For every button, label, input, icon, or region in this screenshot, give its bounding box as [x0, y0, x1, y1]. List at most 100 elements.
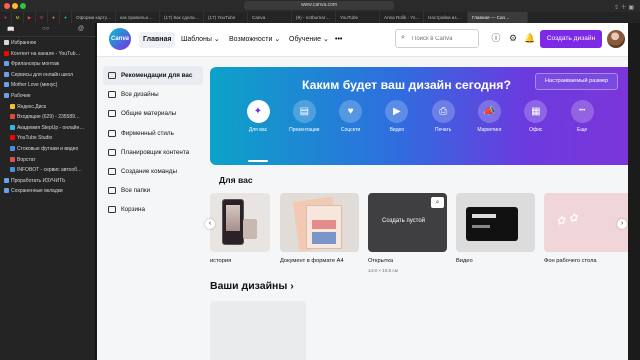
search-input[interactable]	[412, 33, 476, 44]
bookmark-item[interactable]: Академия StepUp - онлайн…	[0, 123, 96, 134]
card-video-thumb[interactable]	[456, 193, 535, 252]
search-icon[interactable]: ⌕	[431, 197, 444, 208]
chevron-left-icon[interactable]: ‹	[205, 219, 215, 229]
bookmark-item[interactable]: Фрилансеры монтаж	[0, 59, 96, 70]
left-nav-label: Создание команды	[121, 167, 177, 175]
category-video[interactable]: ▶ Видео	[377, 100, 417, 133]
bookmark-item[interactable]: Контент на канале - YouTub…	[0, 49, 96, 60]
browser-tab[interactable]: Оформи карту…	[72, 12, 116, 23]
close-window-icon[interactable]	[4, 3, 10, 9]
bookmark-item[interactable]: Сохраненные вкладки	[0, 186, 96, 197]
left-nav-item[interactable]: Создание команды	[103, 162, 203, 181]
category-more[interactable]: ••• Еще	[562, 100, 602, 133]
gear-icon[interactable]: ⚙	[507, 32, 519, 44]
category-briefcase[interactable]: ▦ Офис	[516, 100, 556, 133]
pinned-tab-icon[interactable]: M	[12, 12, 24, 23]
nav-features[interactable]: Возможности ⌄	[225, 32, 284, 48]
left-nav-item[interactable]: Фирменный стиль	[103, 124, 203, 143]
left-nav-item[interactable]: Корзина	[103, 200, 203, 219]
browser-tab[interactable]: Canva	[248, 12, 292, 23]
address-bar[interactable]: www.canva.com	[244, 1, 394, 10]
reading-list-icon[interactable]: ○○	[42, 26, 49, 34]
bookmarks-icon[interactable]: 📖	[7, 26, 14, 34]
browser-tab[interactable]: Anna Rolik - Yo…	[380, 12, 424, 23]
category-heart[interactable]: ♥ Соцсети	[331, 100, 371, 133]
card-label[interactable]: история	[210, 258, 231, 264]
category-sparkle[interactable]: ✦ Для вас	[238, 100, 278, 133]
category-label: Презентации	[289, 127, 320, 133]
nav-home[interactable]: Главная	[139, 32, 176, 48]
browser-tab[interactable]: Настройки из…	[424, 12, 468, 23]
pinned-tab-icon[interactable]: ▾	[0, 12, 12, 23]
left-nav-item[interactable]: Все дизайны	[103, 85, 203, 104]
browser-tab[interactable]: (17) Как сдела…	[160, 12, 204, 23]
card-postcard-thumb[interactable]: ⌕ Создать пустой	[368, 193, 447, 252]
card-story-thumb[interactable]	[210, 193, 270, 252]
bookmark-item[interactable]: Яндекс.Диск	[0, 102, 96, 113]
category-presentation[interactable]: ▤ Презентации	[284, 100, 324, 133]
left-nav-item[interactable]: Общие материалы	[103, 104, 203, 123]
pinned-tab-icon[interactable]: ✉	[36, 12, 48, 23]
bookmark-item[interactable]: Входящие (629) - 235589…	[0, 112, 96, 123]
card-wallpaper-thumb[interactable]: ✿ ✿	[544, 193, 628, 252]
search-box[interactable]: ⌕	[395, 29, 479, 48]
pinned-tab-icon[interactable]: ▶	[24, 12, 36, 23]
nav-learn[interactable]: Обучение ⌄	[285, 32, 333, 48]
video-icon: ▶	[385, 100, 409, 123]
canva-logo[interactable]: Canva	[109, 28, 131, 50]
bookmark-favicon-icon	[10, 156, 15, 162]
bell-icon[interactable]: 🔔	[524, 32, 536, 44]
create-design-button[interactable]: Создать дизайн	[540, 30, 602, 48]
left-nav-item[interactable]: Планировщик контента	[103, 143, 203, 162]
bookmark-favicon-icon	[4, 71, 9, 77]
left-nav-label: Все дизайны	[121, 91, 159, 99]
chevron-down-icon: ⌄	[274, 36, 281, 43]
help-icon[interactable]: ⓘ	[490, 32, 502, 44]
browser-tab[interactable]: YouTube	[336, 12, 380, 23]
browser-tab[interactable]: (9) - notburnar…	[292, 12, 336, 23]
bookmark-item[interactable]: Стоковые футажи и видео	[0, 144, 96, 155]
bookmark-item[interactable]: Сервисы для онлайн школ	[0, 70, 96, 81]
card-label[interactable]: Документ в формате A4	[280, 258, 344, 264]
zoom-window-icon[interactable]	[20, 3, 26, 9]
new-tab-icon[interactable]: ＋	[621, 5, 627, 11]
pinned-tab-icon[interactable]: ●	[60, 12, 72, 23]
bookmark-item[interactable]: Ворстат	[0, 155, 96, 166]
your-designs-title[interactable]: Ваши дизайны ›	[210, 280, 294, 292]
card-label[interactable]: Открытка	[368, 258, 393, 264]
bookmark-item[interactable]: Рабочие	[0, 91, 96, 102]
pinned-tab-icon[interactable]: ●	[48, 12, 60, 23]
share-icon[interactable]: ⇪	[614, 5, 619, 11]
bookmark-item[interactable]: Избранное	[0, 38, 96, 49]
card-label[interactable]: Видео	[456, 258, 473, 264]
custom-size-button[interactable]: Настраиваемый размер	[535, 73, 618, 90]
left-nav-item[interactable]: Рекомендации для вас	[103, 66, 203, 86]
chevron-right-icon[interactable]: ›	[617, 219, 627, 229]
card-label[interactable]: Фон рабочего стола	[544, 258, 597, 264]
tab-overview-icon[interactable]: ▣	[628, 5, 634, 11]
left-nav-label: Рекомендации для вас	[121, 72, 193, 79]
card-document-thumb[interactable]	[280, 193, 359, 252]
bookmark-item[interactable]: YouTube Studio	[0, 133, 96, 144]
browser-tab[interactable]: Главная — Can…	[468, 12, 528, 23]
bookmark-item[interactable]: Mother Love (минус)	[0, 80, 96, 91]
bookmark-label: YouTube Studio	[17, 135, 53, 142]
category-megaphone[interactable]: 📣 Маркетинг	[470, 100, 510, 133]
bookmark-label: Избранное	[11, 40, 37, 46]
nav-item-icon	[108, 91, 116, 99]
left-nav-item[interactable]: Все папки	[103, 181, 203, 200]
category-print[interactable]: ⎙ Печать	[423, 100, 463, 133]
minimize-window-icon[interactable]	[12, 3, 18, 9]
browser-tab[interactable]: (17) YouTube	[204, 12, 248, 23]
avatar[interactable]	[607, 30, 625, 48]
shared-icon[interactable]: @	[78, 26, 84, 34]
design-thumbnail[interactable]	[210, 301, 306, 360]
bookmark-item[interactable]: Проработать ИЗУЧИТЬ	[0, 176, 96, 187]
nav-more[interactable]: •••	[331, 32, 346, 48]
bookmark-item[interactable]: INFOBOT - сервис автооб…	[0, 165, 96, 176]
create-blank-label[interactable]: Создать пустой	[382, 218, 425, 224]
print-icon: ⎙	[431, 100, 455, 123]
presentation-icon: ▤	[292, 100, 316, 123]
nav-templates[interactable]: Шаблоны ⌄	[177, 32, 224, 48]
browser-tab[interactable]: как правильн…	[116, 12, 160, 23]
